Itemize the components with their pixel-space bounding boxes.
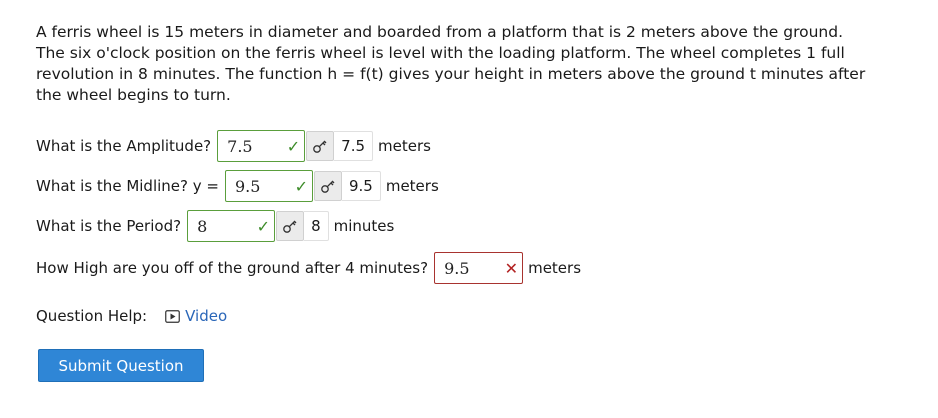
video-icon [165, 309, 180, 323]
midline-answer-field[interactable]: 9.5 ✓ [224, 170, 313, 202]
height-prompt: How High are you off of the ground after… [36, 259, 429, 277]
amplitude-correct-answer: 7.5 [334, 131, 374, 161]
problem-line: revolution in 8 minutes. The function h … [36, 65, 866, 83]
height-question-row: How High are you off of the ground after… [36, 250, 581, 286]
amplitude-entered-value: 7.5 [227, 136, 253, 156]
period-entered-value: 8 [197, 216, 208, 236]
correct-check-icon: ✓ [294, 176, 308, 196]
period-correct-answer: 8 [304, 211, 329, 241]
period-unit: minutes [333, 217, 395, 235]
key-icon[interactable] [313, 171, 342, 201]
question-help-label: Question Help: [36, 307, 148, 325]
period-answer-field[interactable]: 8 ✓ [187, 210, 276, 242]
period-prompt: What is the Period? [36, 217, 182, 235]
correct-check-icon: ✓ [256, 216, 271, 236]
video-link-label: Video [185, 307, 228, 325]
midline-question-row: What is the Midline? y = 9.5 ✓ 9.5 meter… [36, 168, 439, 204]
key-icon[interactable] [306, 131, 335, 161]
midline-unit: meters [385, 177, 439, 195]
question-help: Question Help: Video [36, 304, 227, 328]
problem-line: the wheel begins to turn. [36, 86, 231, 104]
midline-correct-answer: 9.5 [341, 171, 381, 201]
incorrect-x-icon: ✕ [504, 258, 519, 278]
problem-line: A ferris wheel is 15 meters in diameter … [36, 23, 844, 41]
amplitude-answer-field[interactable]: 7.5 ✓ [217, 130, 306, 162]
height-entered-value: 9.5 [444, 258, 470, 278]
amplitude-question-row: What is the Amplitude? 7.5 ✓ 7.5 meters [36, 128, 431, 164]
midline-prompt: What is the Midline? y = [36, 177, 219, 195]
correct-check-icon: ✓ [286, 136, 301, 156]
period-question-row: What is the Period? 8 ✓ 8 minutes [36, 208, 394, 244]
amplitude-unit: meters [378, 137, 431, 155]
key-icon[interactable] [276, 211, 305, 241]
midline-entered-value: 9.5 [234, 176, 261, 196]
video-help-link[interactable]: Video [165, 307, 227, 325]
problem-statement: A ferris wheel is 15 meters in diameter … [36, 22, 916, 106]
amplitude-prompt: What is the Amplitude? [36, 137, 212, 155]
problem-line: The six o'clock position on the ferris w… [36, 44, 845, 62]
submit-question-button[interactable]: Submit Question [38, 349, 204, 382]
height-answer-field[interactable]: 9.5 ✕ [434, 252, 524, 284]
height-unit: meters [528, 259, 582, 277]
